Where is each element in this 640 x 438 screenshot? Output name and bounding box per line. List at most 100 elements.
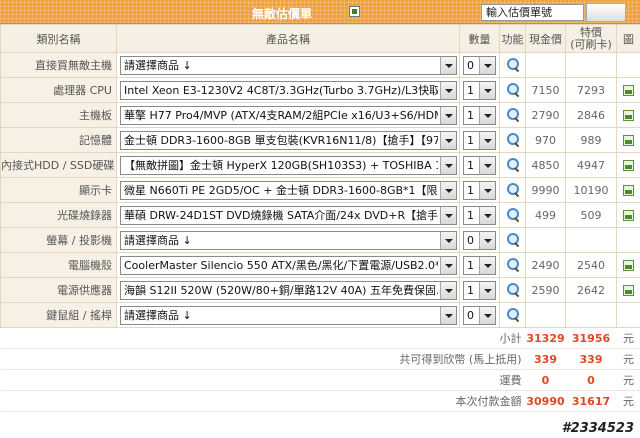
shipping-cash: 0 (525, 369, 566, 391)
chevron-down-icon[interactable] (479, 206, 495, 224)
chevron-down-icon[interactable] (479, 106, 495, 124)
shipping-label: 運費 (0, 369, 526, 391)
quantity-select[interactable]: 1 (463, 205, 496, 225)
quantity-select[interactable]: 1 (463, 180, 496, 200)
chevron-down-icon[interactable] (479, 306, 495, 324)
chevron-down-icon[interactable] (440, 181, 456, 199)
magnifier-icon[interactable] (506, 308, 520, 322)
magnifier-icon[interactable] (506, 208, 520, 222)
magnifier-icon[interactable] (506, 83, 520, 97)
cash-price (525, 302, 566, 328)
title-banner: 無敵估價單 輸入估價單號 (0, 0, 640, 24)
row-category: 光碟燒錄器 (0, 202, 117, 228)
chevron-down-icon[interactable] (479, 256, 495, 274)
chevron-down-icon[interactable] (479, 131, 495, 149)
quantity-select[interactable]: 1 (463, 105, 496, 125)
product-select[interactable]: Intel Xeon E3-1230V2 4C8T/3.3GHz(Turbo 3… (120, 80, 457, 100)
quantity-select[interactable]: 0 (463, 230, 496, 250)
quantity-value: 1 (467, 133, 474, 147)
product-select-value: 華擎 H77 Pro4/MVP (ATX/4支RAM/2組PCIe x16/U3… (124, 108, 438, 122)
column-header-picture: 圖 (616, 24, 640, 53)
quote-lookup-button[interactable] (586, 3, 626, 22)
picture-icon[interactable] (623, 260, 634, 271)
chevron-down-icon[interactable] (440, 81, 456, 99)
table-row: 直接買無敵主機 請選擇商品 ↓ 0 (0, 52, 640, 78)
picture-icon[interactable] (623, 185, 634, 196)
quantity-value: 1 (467, 108, 474, 122)
picture-icon[interactable] (623, 110, 634, 121)
product-select[interactable]: 請選擇商品 ↓ (120, 305, 457, 325)
row-category: 處理器 CPU (0, 77, 117, 103)
special-price: 989 (565, 127, 617, 153)
picture-toggle-icon[interactable] (349, 6, 360, 17)
chevron-down-icon[interactable] (479, 231, 495, 249)
quantity-select[interactable]: 0 (463, 55, 496, 75)
watermark: #2334523 (561, 421, 634, 436)
quote-table: 類別名稱 產品名稱 數量 功能 現金價 特價 (可刷卡) 圖 直接買無敵主機 請選… (0, 24, 640, 412)
quantity-value: 1 (467, 83, 474, 97)
chevron-down-icon[interactable] (440, 231, 456, 249)
quantity-select[interactable]: 1 (463, 155, 496, 175)
magnifier-icon[interactable] (506, 58, 520, 72)
chevron-down-icon[interactable] (440, 156, 456, 174)
chevron-down-icon[interactable] (440, 131, 456, 149)
special-price: 2846 (565, 102, 617, 128)
special-price (565, 227, 617, 253)
quantity-value: 1 (467, 158, 474, 172)
chevron-down-icon[interactable] (440, 281, 456, 299)
column-header-function: 功能 (499, 24, 526, 53)
product-select[interactable]: 【無敵拼圖】金士頓 HyperX 120GB(SH103S3) + TOSHIB… (120, 155, 457, 175)
picture-icon[interactable] (623, 135, 634, 146)
shipping-special: 0 (565, 369, 617, 391)
special-price (565, 302, 617, 328)
chevron-down-icon[interactable] (479, 281, 495, 299)
product-select[interactable]: CoolerMaster Silencio 550 ATX/黑色/黑化/下置電源… (120, 255, 457, 275)
special-price: 10190 (565, 177, 617, 203)
picture-icon[interactable] (623, 285, 634, 296)
product-select[interactable]: 華碩 DRW-24D1ST DVD燒錄機 SATA介面/24x DVD+R【搶手… (120, 205, 457, 225)
product-select[interactable]: 請選擇商品 ↓ (120, 55, 457, 75)
magnifier-icon[interactable] (506, 183, 520, 197)
product-select[interactable]: 海韻 S12II 520W (520W/80+銅/單路12V 40A) 五年免費… (120, 280, 457, 300)
table-row: 鍵鼠組 / 搖桿 請選擇商品 ↓ 0 (0, 302, 640, 328)
magnifier-icon[interactable] (506, 233, 520, 247)
quantity-select[interactable]: 1 (463, 280, 496, 300)
magnifier-icon[interactable] (506, 258, 520, 272)
quote-number-input[interactable]: 輸入估價單號 (481, 4, 584, 21)
picture-icon[interactable] (623, 160, 634, 171)
total-unit: 元 (616, 390, 640, 412)
chevron-down-icon[interactable] (440, 106, 456, 124)
points-cash: 339 (525, 348, 566, 370)
chevron-down-icon[interactable] (440, 256, 456, 274)
chevron-down-icon[interactable] (440, 306, 456, 324)
chevron-down-icon[interactable] (479, 181, 495, 199)
magnifier-icon[interactable] (506, 133, 520, 147)
cash-price: 4850 (525, 152, 566, 178)
picture-icon[interactable] (623, 85, 634, 96)
magnifier-icon[interactable] (506, 158, 520, 172)
quantity-select[interactable]: 1 (463, 130, 496, 150)
quantity-select[interactable]: 1 (463, 255, 496, 275)
chevron-down-icon[interactable] (479, 56, 495, 74)
subtotal-cash: 31329 (525, 327, 566, 349)
magnifier-icon[interactable] (506, 283, 520, 297)
product-select-value: 請選擇商品 ↓ (124, 58, 192, 72)
table-row: 螢幕 / 投影機 請選擇商品 ↓ 0 (0, 227, 640, 253)
chevron-down-icon[interactable] (479, 156, 495, 174)
chevron-down-icon[interactable] (440, 206, 456, 224)
product-select[interactable]: 金士頓 DDR3-1600-8GB 單支包裝(KVR16N11/8)【搶手】【9… (120, 130, 457, 150)
magnifier-icon[interactable] (506, 108, 520, 122)
cash-price: 2790 (525, 102, 566, 128)
row-category: 直接買無敵主機 (0, 52, 117, 78)
quantity-select[interactable]: 0 (463, 305, 496, 325)
product-select[interactable]: 請選擇商品 ↓ (120, 230, 457, 250)
column-header-category: 類別名稱 (0, 24, 117, 53)
chevron-down-icon[interactable] (479, 81, 495, 99)
subtotal-row: 小計 31329 31956 元 (0, 327, 640, 349)
product-select[interactable]: 微星 N660Ti PE 2GD5/OC + 金士頓 DDR3-1600-8GB… (120, 180, 457, 200)
chevron-down-icon[interactable] (440, 56, 456, 74)
picture-icon[interactable] (623, 210, 634, 221)
quantity-select[interactable]: 1 (463, 80, 496, 100)
product-select[interactable]: 華擎 H77 Pro4/MVP (ATX/4支RAM/2組PCIe x16/U3… (120, 105, 457, 125)
product-select-value: Intel Xeon E3-1230V2 4C8T/3.3GHz(Turbo 3… (124, 83, 438, 97)
